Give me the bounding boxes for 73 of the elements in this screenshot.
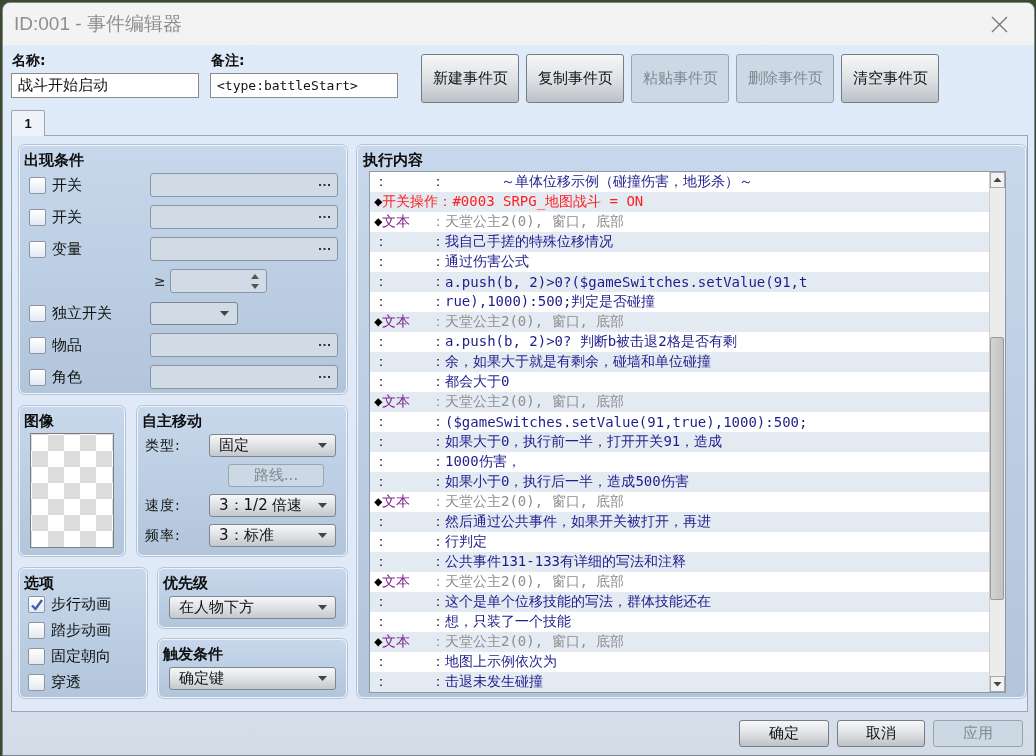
dropdown[interactable]: 在人物下方 <box>169 596 336 619</box>
comparison-symbol: ≥ <box>154 273 167 289</box>
group-title: 自主移动 <box>142 411 203 431</box>
group-title: 图像 <box>24 411 55 431</box>
field-label: 类型: <box>145 436 182 455</box>
picker-field[interactable] <box>150 205 338 229</box>
checkbox[interactable] <box>29 336 46 354</box>
checkbox[interactable] <box>29 240 46 258</box>
dialog-button[interactable]: 确定 <box>739 720 829 747</box>
close-icon[interactable] <box>991 15 1008 33</box>
checkbox-label: 变量 <box>52 239 83 259</box>
checkbox[interactable] <box>29 368 46 386</box>
checkbox-label: 开关 <box>52 207 83 227</box>
checkbox[interactable] <box>28 622 45 639</box>
ellipsis-icon <box>319 183 330 187</box>
caret-icon <box>318 605 327 610</box>
picker-field[interactable] <box>150 365 338 389</box>
checkbox-label: 固定朝向 <box>51 647 111 666</box>
field-label: 名称: <box>11 51 47 70</box>
group-title: 选项 <box>24 573 55 593</box>
checkmark-icon <box>30 598 43 611</box>
checkbox[interactable] <box>29 208 46 226</box>
page-button[interactable]: 复制事件页 <box>526 54 624 103</box>
window-title: ID:001 - 事件编辑器 <box>14 12 182 36</box>
group-title: 触发条件 <box>163 644 224 664</box>
caret-icon <box>318 533 327 538</box>
note-input[interactable]: <type:battleStart> <box>210 73 398 98</box>
spinner-arrows-icon[interactable] <box>251 273 259 289</box>
checkbox[interactable] <box>28 674 45 691</box>
caret-icon <box>318 503 327 508</box>
checkbox-label: 踏步动画 <box>51 621 111 640</box>
dropdown[interactable]: 固定 <box>209 434 336 457</box>
name-input[interactable]: 战斗开始启动 <box>11 73 199 98</box>
checkbox-label: 步行动画 <box>51 595 111 614</box>
dropdown[interactable]: 3：标准 <box>209 524 336 547</box>
picker-field[interactable] <box>150 173 338 197</box>
page-tab[interactable]: 1 <box>11 110 45 136</box>
scroll-down-icon[interactable] <box>990 676 1005 692</box>
checkbox-label: 物品 <box>52 335 83 355</box>
checkbox-label: 开关 <box>52 175 83 195</box>
scroll-up-icon[interactable] <box>990 172 1005 188</box>
picker-field[interactable] <box>150 237 338 261</box>
checkbox-label: 角色 <box>52 367 83 387</box>
dialog-button[interactable]: 取消 <box>837 720 925 747</box>
ellipsis-icon <box>319 247 330 251</box>
picker-field[interactable] <box>150 333 338 357</box>
checkbox[interactable] <box>29 304 46 322</box>
ellipsis-icon <box>319 343 330 347</box>
number-field[interactable] <box>170 269 267 293</box>
ellipsis-icon <box>319 215 330 219</box>
group-title: 执行内容 <box>363 150 424 170</box>
field-label: 备注: <box>210 51 246 70</box>
caret-icon <box>318 443 327 448</box>
ellipsis-icon <box>319 375 330 379</box>
checkbox-label: 穿透 <box>51 673 81 692</box>
dropdown[interactable]: 确定键 <box>169 667 336 690</box>
checkbox-label: 独立开关 <box>52 303 113 323</box>
page-button[interactable]: 新建事件页 <box>421 54 519 103</box>
group-title: 出现条件 <box>24 150 85 170</box>
page-button[interactable]: 清空事件页 <box>841 54 939 103</box>
checkbox[interactable] <box>28 596 45 613</box>
image-preview[interactable] <box>30 433 114 548</box>
field-label: 速度: <box>145 496 182 515</box>
checkbox[interactable] <box>29 176 46 194</box>
checkbox[interactable] <box>28 648 45 665</box>
dropdown[interactable]: 3：1/2 倍速 <box>209 494 336 517</box>
dropdown[interactable] <box>150 301 238 325</box>
scrollbar[interactable] <box>989 172 1005 692</box>
group-title: 优先级 <box>163 573 209 593</box>
caret-icon <box>220 310 229 316</box>
scrollbar-thumb[interactable] <box>990 337 1004 600</box>
caret-icon <box>318 676 327 681</box>
field-label: 频率: <box>145 526 182 545</box>
